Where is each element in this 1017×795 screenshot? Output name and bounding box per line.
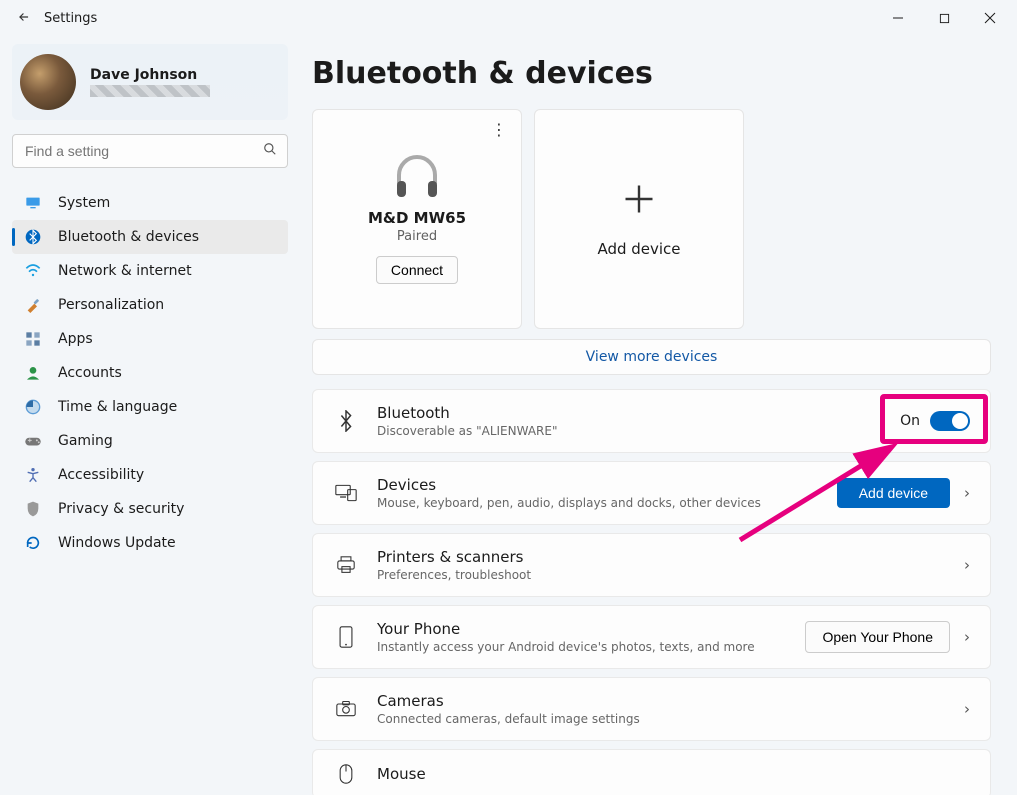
more-icon[interactable]: ⋮ [491, 120, 507, 139]
sidebar-item-bluetooth[interactable]: Bluetooth & devices [12, 220, 288, 254]
bluetooth-row-title: Bluetooth [377, 404, 882, 422]
chevron-right-icon: › [964, 628, 970, 646]
window-title: Settings [44, 11, 97, 26]
titlebar: Settings [0, 0, 1017, 36]
avatar [20, 54, 76, 110]
sidebar-item-label: System [58, 195, 110, 211]
sidebar-item-label: Windows Update [58, 535, 176, 551]
printers-row[interactable]: Printers & scanners Preferences, trouble… [312, 533, 991, 597]
printers-row-title: Printers & scanners [377, 548, 946, 566]
cameras-row-subtitle: Connected cameras, default image setting… [377, 712, 946, 726]
sidebar-item-label: Accessibility [58, 467, 144, 483]
apps-icon [24, 330, 42, 348]
system-icon [24, 194, 42, 212]
mouse-icon [333, 764, 359, 784]
chevron-right-icon: › [964, 700, 970, 718]
chevron-right-icon: › [964, 484, 970, 502]
maximize-button[interactable] [921, 0, 967, 36]
printers-row-subtitle: Preferences, troubleshoot [377, 568, 946, 582]
brush-icon [24, 296, 42, 314]
sidebar-item-label: Personalization [58, 297, 164, 313]
mouse-row[interactable]: Mouse [312, 749, 991, 795]
devices-row[interactable]: Devices Mouse, keyboard, pen, audio, dis… [312, 461, 991, 525]
sidebar-item-time[interactable]: Time & language [12, 390, 288, 424]
sidebar-item-label: Time & language [58, 399, 177, 415]
camera-icon [333, 701, 359, 717]
sidebar-item-gaming[interactable]: Gaming [12, 424, 288, 458]
sidebar-item-accounts[interactable]: Accounts [12, 356, 288, 390]
sidebar-item-network[interactable]: Network & internet [12, 254, 288, 288]
sidebar-item-apps[interactable]: Apps [12, 322, 288, 356]
headphones-icon [393, 155, 441, 199]
search-box[interactable] [12, 134, 288, 168]
sidebar-item-label: Network & internet [58, 263, 192, 279]
search-input[interactable] [23, 142, 263, 160]
cameras-row-title: Cameras [377, 692, 946, 710]
printer-icon [333, 556, 359, 574]
sidebar-item-label: Bluetooth & devices [58, 229, 199, 245]
search-icon [263, 142, 277, 160]
close-button[interactable] [967, 0, 1013, 36]
update-icon [24, 534, 42, 552]
sidebar-item-label: Apps [58, 331, 93, 347]
game-icon [24, 432, 42, 450]
shield-icon [24, 500, 42, 518]
bluetooth-row-subtitle: Discoverable as "ALIENWARE" [377, 424, 882, 438]
user-card[interactable]: Dave Johnson [12, 44, 288, 120]
cameras-row[interactable]: Cameras Connected cameras, default image… [312, 677, 991, 741]
sidebar-item-accessibility[interactable]: Accessibility [12, 458, 288, 492]
nav-list: System Bluetooth & devices Network & int… [12, 186, 288, 560]
sidebar-item-update[interactable]: Windows Update [12, 526, 288, 560]
bluetooth-toggle[interactable]: On [900, 411, 970, 431]
chevron-right-icon: › [964, 556, 970, 574]
devices-row-icon [333, 484, 359, 502]
open-phone-button[interactable]: Open Your Phone [805, 621, 950, 653]
sidebar-item-system[interactable]: System [12, 186, 288, 220]
device-status: Paired [397, 229, 437, 244]
minimize-button[interactable] [875, 0, 921, 36]
a11y-icon [24, 466, 42, 484]
main-content: Bluetooth & devices ⋮ M&D MW65 Paired Co… [300, 36, 1017, 795]
devices-row-title: Devices [377, 476, 819, 494]
plus-icon [621, 181, 657, 226]
phone-row-title: Your Phone [377, 620, 787, 638]
phone-icon [333, 626, 359, 648]
clock-icon [24, 398, 42, 416]
toggle-switch[interactable] [930, 411, 970, 431]
back-button[interactable] [4, 9, 44, 28]
sidebar-item-label: Privacy & security [58, 501, 184, 517]
view-more-link[interactable]: View more devices [312, 339, 991, 375]
add-device-card[interactable]: Add device [534, 109, 744, 329]
sidebar-item-personalization[interactable]: Personalization [12, 288, 288, 322]
user-name: Dave Johnson [90, 67, 210, 83]
sidebar-item-label: Gaming [58, 433, 113, 449]
person-icon [24, 364, 42, 382]
mouse-row-title: Mouse [377, 765, 970, 783]
devices-row-subtitle: Mouse, keyboard, pen, audio, displays an… [377, 496, 819, 510]
sidebar: Dave Johnson System Bluetooth & devic [0, 36, 300, 795]
bluetooth-row-icon [333, 410, 359, 432]
device-card[interactable]: ⋮ M&D MW65 Paired Connect [312, 109, 522, 329]
add-device-button[interactable]: Add device [837, 478, 950, 508]
sidebar-item-privacy[interactable]: Privacy & security [12, 492, 288, 526]
toggle-label: On [900, 413, 920, 429]
bluetooth-row: Bluetooth Discoverable as "ALIENWARE" On [312, 389, 991, 453]
bluetooth-icon [24, 228, 42, 246]
wifi-icon [24, 262, 42, 280]
connect-button[interactable]: Connect [376, 256, 458, 284]
sidebar-item-label: Accounts [58, 365, 122, 381]
page-title: Bluetooth & devices [312, 56, 991, 91]
phone-row[interactable]: Your Phone Instantly access your Android… [312, 605, 991, 669]
device-name: M&D MW65 [368, 209, 466, 227]
phone-row-subtitle: Instantly access your Android device's p… [377, 640, 787, 654]
user-email-redacted [90, 85, 210, 97]
add-device-label: Add device [597, 240, 680, 258]
